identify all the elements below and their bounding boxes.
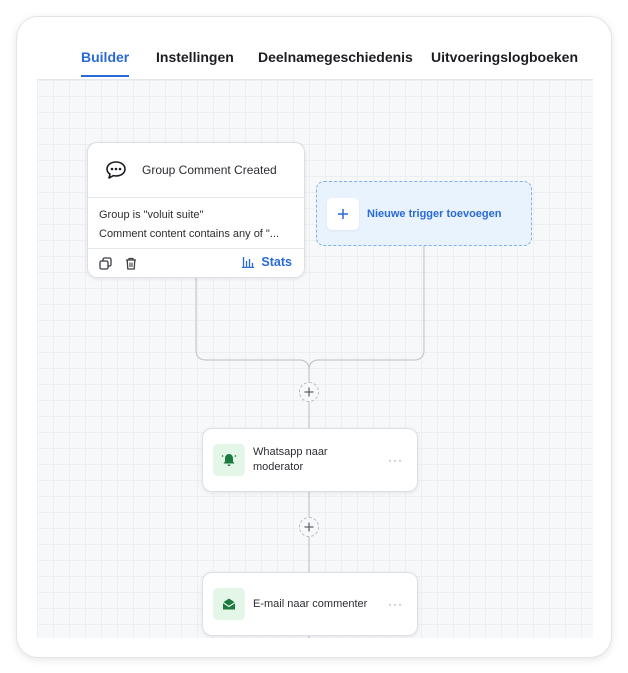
stats-button[interactable]: Stats [241,255,292,269]
tab-builder[interactable]: Builder [81,49,130,77]
condition-group: Group is "voluit suite" [99,209,204,221]
bar-chart-icon [242,257,255,268]
condition-content: Comment content contains any of "... [99,228,279,240]
plus-icon [327,197,359,230]
envelope-open-icon [213,588,245,620]
bell-icon [213,444,245,476]
plus-icon [304,387,314,397]
action-card-email[interactable]: E-mail naar commenter ··· [202,572,418,636]
duplicate-icon[interactable] [98,256,112,270]
trigger-title: Group Comment Created [142,163,277,177]
trigger-footer: Stats [88,249,304,277]
add-step-button[interactable] [299,382,319,402]
add-trigger-button[interactable]: Nieuwe trigger toevoegen [316,181,532,246]
plus-icon [304,522,314,532]
stats-label: Stats [261,255,292,269]
action-label: Whatsapp naar moderator [253,446,328,473]
builder-canvas[interactable]: Group Comment Created Group is "voluit s… [37,79,593,638]
add-step-button[interactable] [299,517,319,537]
action-card-whatsapp[interactable]: Whatsapp naar moderator ··· [202,428,418,492]
tab-uitvoeringslogboeken[interactable]: Uitvoeringslogboeken [431,49,578,65]
more-options-button[interactable]: ··· [388,597,403,611]
trigger-header: Group Comment Created [88,143,304,198]
trigger-conditions: Group is "voluit suite" Comment content … [88,198,304,249]
more-options-button[interactable]: ··· [388,453,403,467]
tab-deelnamegeschiedenis[interactable]: Deelnamegeschiedenis [258,49,413,65]
tab-bar: Builder Instellingen Deelnamegeschiedeni… [17,17,611,79]
trash-icon[interactable] [124,256,138,270]
tab-instellingen[interactable]: Instellingen [156,49,234,65]
action-label: E-mail naar commenter [253,597,368,610]
trigger-card[interactable]: Group Comment Created Group is "voluit s… [87,142,305,278]
add-trigger-label: Nieuwe trigger toevoegen [367,207,502,220]
automation-panel: Builder Instellingen Deelnamegeschiedeni… [16,16,612,658]
speech-bubble-icon [104,158,128,182]
